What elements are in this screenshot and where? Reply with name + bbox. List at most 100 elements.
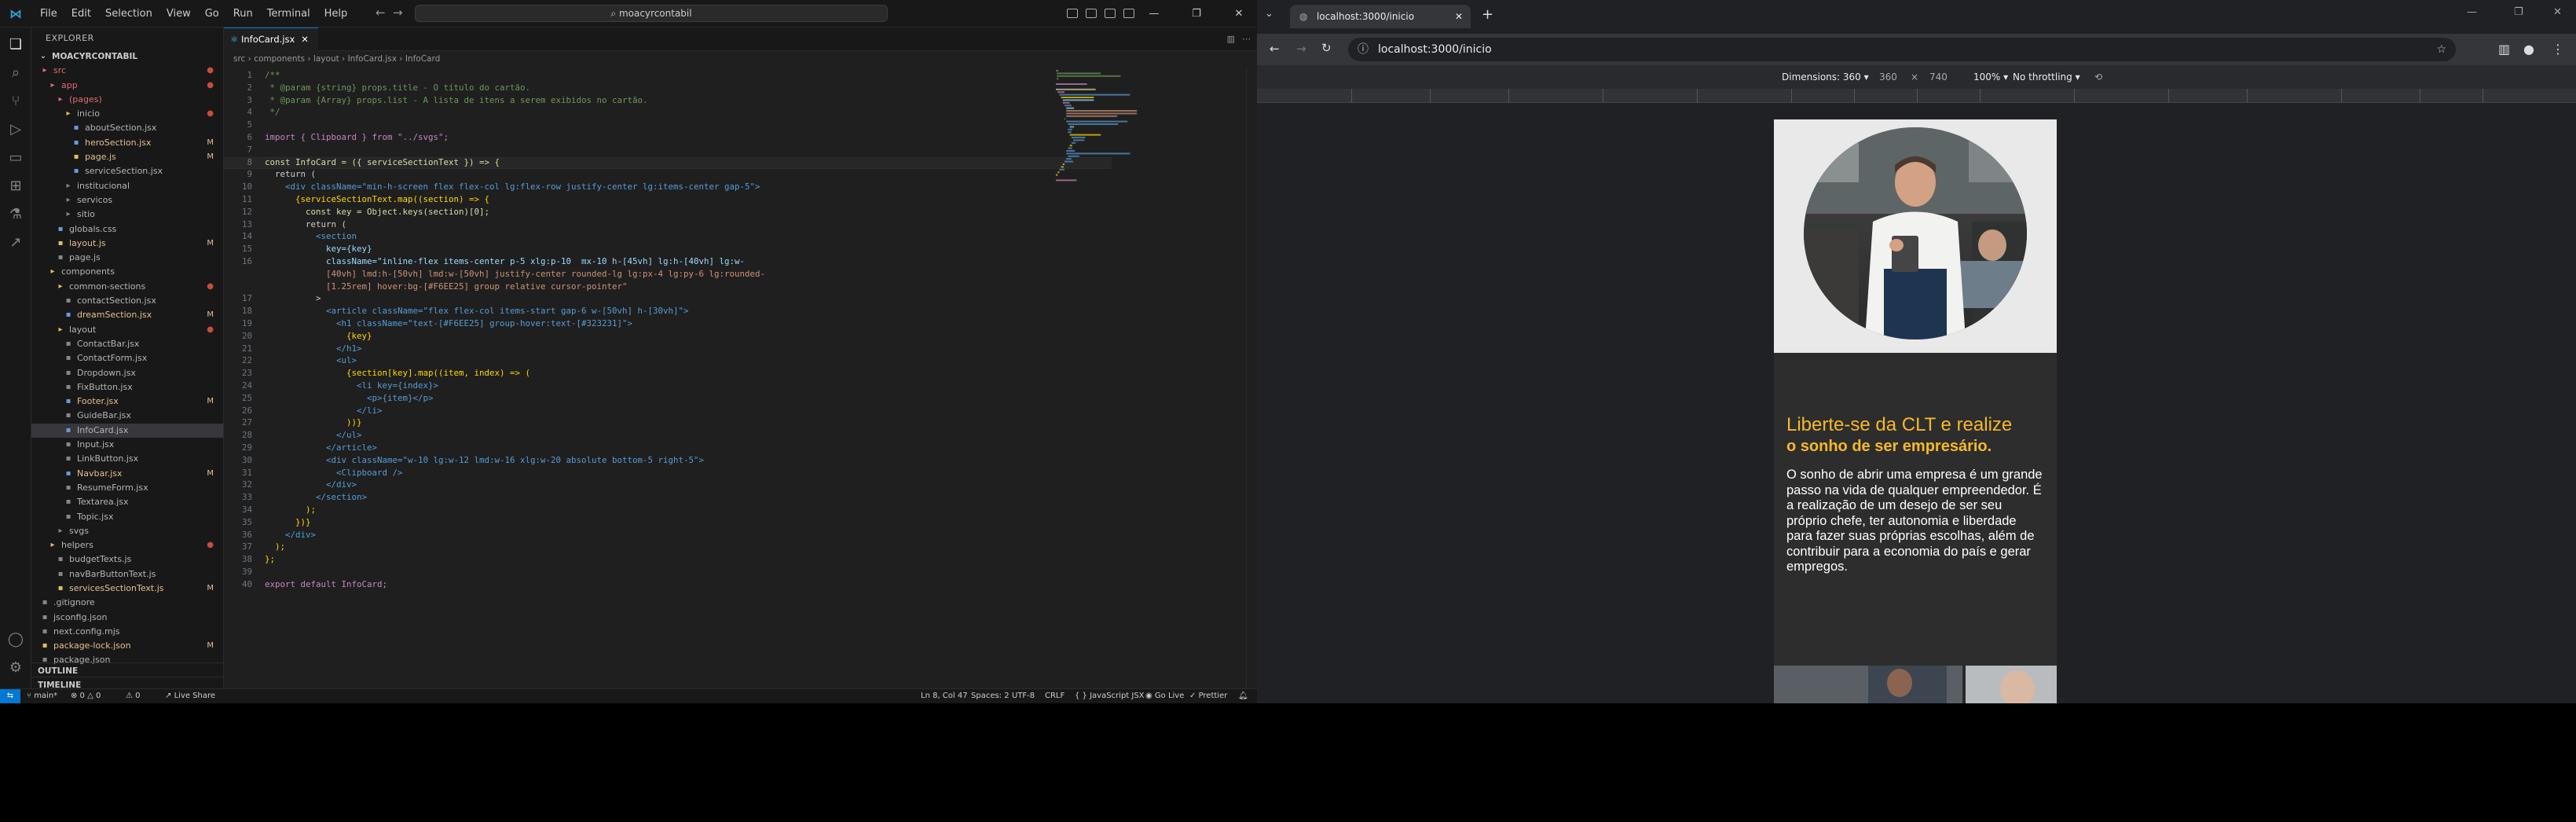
close-tab-icon[interactable]: ✕: [1455, 5, 1463, 28]
tree-file[interactable]: ▪ LinkButton.jsx: [31, 452, 223, 466]
menu-file[interactable]: File: [33, 8, 64, 20]
split-editor-icon[interactable]: ▥: [1227, 34, 1235, 44]
restore-icon[interactable]: ❐: [1178, 0, 1215, 28]
menu-help[interactable]: Help: [317, 8, 355, 20]
run-debug-icon[interactable]: ▷: [6, 120, 25, 139]
tree-file[interactable]: ▪ heroSection.jsx M: [31, 136, 223, 150]
toggle-secondary-sidebar-icon[interactable]: [1105, 9, 1116, 18]
media-query-ruler[interactable]: [1257, 89, 2576, 103]
tree-folder[interactable]: ▸ components: [31, 265, 223, 279]
search-icon[interactable]: ⌕: [6, 64, 25, 83]
remote-indicator-icon[interactable]: ⇆: [0, 689, 20, 703]
menu-selection[interactable]: Selection: [98, 8, 159, 20]
tree-file[interactable]: ▪ budgetTexts.js: [31, 552, 223, 567]
minimap[interactable]: [1053, 67, 1155, 208]
close-tab-icon[interactable]: ✕: [301, 34, 309, 45]
code-editor[interactable]: 1 /** 2 * @param {string} props.title - O …: [224, 67, 1151, 692]
more-actions-icon[interactable]: ⋯: [1242, 34, 1251, 44]
tab-search-icon[interactable]: ⌄: [1265, 8, 1273, 20]
tree-file[interactable]: ▪ page.js M: [31, 150, 223, 164]
status-prettier[interactable]: ✓ Prettier: [1189, 689, 1227, 703]
account-icon[interactable]: ◯: [6, 630, 25, 649]
explorer-icon[interactable]: ❏: [6, 35, 25, 54]
tree-file[interactable]: ▪ Navbar.jsx M: [31, 467, 223, 481]
tree-folder[interactable]: ▸ servicos: [31, 193, 223, 207]
testing-icon[interactable]: ⚗: [6, 205, 25, 224]
forward-icon[interactable]: →: [1296, 42, 1306, 56]
browser-tab[interactable]: ◍ localhost:3000/inicio ✕: [1290, 5, 1471, 28]
status-eol[interactable]: CRLF: [1045, 689, 1064, 703]
status-language[interactable]: { } JavaScript JSX: [1075, 689, 1145, 703]
tree-file[interactable]: ▪ contactSection.jsx: [31, 294, 223, 308]
tree-file[interactable]: ▪ ResumeForm.jsx: [31, 481, 223, 495]
outline-section[interactable]: OUTLINE: [31, 662, 223, 678]
tree-file[interactable]: ▪ globals.css: [31, 222, 223, 237]
remote-explorer-icon[interactable]: ▭: [6, 149, 25, 167]
tree-file[interactable]: ▪ Input.jsx: [31, 438, 223, 452]
command-center-search[interactable]: ⌕ moacyrcontabil: [415, 5, 888, 22]
back-icon[interactable]: ←: [1270, 42, 1280, 56]
status-branch[interactable]: ⑂ main*: [27, 689, 57, 703]
tree-folder[interactable]: ▸ svgs: [31, 524, 223, 538]
status-cursor-position[interactable]: Ln 8, Col 47: [921, 689, 968, 703]
tree-file[interactable]: ▪ FixButton.jsx: [31, 380, 223, 394]
close-window-icon[interactable]: ✕: [2553, 6, 2562, 18]
minimize-icon[interactable]: —: [2467, 6, 2477, 18]
close-icon[interactable]: ✕: [1221, 0, 1257, 28]
tree-file[interactable]: ▪ ContactBar.jsx: [31, 337, 223, 351]
bookmark-star-icon[interactable]: ☆: [2436, 38, 2446, 61]
customize-layout-icon[interactable]: [1123, 9, 1134, 18]
status-problems[interactable]: ⊗ 0 △ 0: [71, 689, 101, 703]
forward-arrow-icon[interactable]: →: [393, 6, 403, 20]
tree-file[interactable]: ▪ layout.js M: [31, 237, 223, 251]
back-arrow-icon[interactable]: ←: [376, 6, 386, 20]
tree-file[interactable]: ▪ Dropdown.jsx: [31, 366, 223, 380]
zoom-dropdown[interactable]: 100% ▾: [1973, 65, 2008, 89]
tree-folder[interactable]: ▸ sitio: [31, 207, 223, 222]
settings-gear-icon[interactable]: ⚙: [6, 659, 25, 677]
address-bar[interactable]: ⓘ localhost:3000/inicio ☆: [1348, 38, 2456, 61]
notifications-bell-icon[interactable]: 🔔︎: [1238, 689, 1248, 703]
site-info-icon[interactable]: ⓘ: [1358, 38, 1369, 61]
toggle-panel-icon[interactable]: [1086, 9, 1097, 18]
tree-file[interactable]: ▪ serviceSection.jsx: [31, 164, 223, 178]
tree-file[interactable]: ▪ package-lock.json M: [31, 639, 223, 653]
tab-infocard[interactable]: ⚛ InfoCard.jsx ✕: [224, 28, 318, 51]
toggle-primary-sidebar-icon[interactable]: [1067, 9, 1078, 18]
editor-scrollbar[interactable]: [1246, 67, 1257, 692]
tree-folder[interactable]: ▸ app ●: [31, 79, 223, 93]
tree-file[interactable]: ▪ Topic.jsx: [31, 510, 223, 524]
restore-icon[interactable]: ❐: [2514, 6, 2523, 18]
status-encoding[interactable]: UTF-8: [1012, 689, 1035, 703]
tree-file[interactable]: ▪ aboutSection.jsx: [31, 121, 223, 135]
tree-file[interactable]: ▪ ContactForm.jsx: [31, 351, 223, 365]
tree-file[interactable]: ▪ Footer.jsx M: [31, 394, 223, 409]
tree-file[interactable]: ▪ Textarea.jsx: [31, 495, 223, 509]
device-width-input[interactable]: 360: [1879, 65, 1897, 89]
menu-run[interactable]: Run: [226, 8, 260, 20]
menu-go[interactable]: Go: [198, 8, 226, 20]
menu-terminal[interactable]: Terminal: [260, 8, 317, 20]
rotate-icon[interactable]: ⟲: [2094, 65, 2102, 89]
side-panel-icon[interactable]: ▥: [2498, 42, 2510, 57]
tree-file[interactable]: ▪ next.config.mjs: [31, 625, 223, 639]
tree-file[interactable]: ▪ servicesSectionText.js M: [31, 582, 223, 596]
breadcrumb[interactable]: src › components › layout › InfoCard.jsx…: [224, 51, 1257, 67]
tree-file[interactable]: ▪ page.js: [31, 251, 223, 265]
device-height-input[interactable]: 740: [1929, 65, 1948, 89]
new-tab-icon[interactable]: +: [1482, 6, 1493, 23]
profile-icon[interactable]: ●: [2523, 42, 2534, 57]
menu-edit[interactable]: Edit: [64, 8, 98, 20]
tree-file[interactable]: ▪ dreamSection.jsx M: [31, 308, 223, 322]
throttling-dropdown[interactable]: No throttling ▾: [2013, 65, 2080, 89]
tree-folder[interactable]: ▸ inicio ●: [31, 107, 223, 121]
dimensions-dropdown[interactable]: Dimensions: 360 ▾: [1782, 65, 1869, 89]
tree-folder[interactable]: ▸ common-sections ●: [31, 280, 223, 294]
project-root[interactable]: ⌄ MOACYRCONTABIL: [31, 50, 223, 64]
tree-file[interactable]: ▪ .gitignore: [31, 596, 223, 610]
status-indentation[interactable]: Spaces: 2: [971, 689, 1010, 703]
status-live-share[interactable]: ↗ Live Share: [165, 689, 215, 703]
live-share-icon[interactable]: ↗: [6, 233, 25, 252]
status-go-live[interactable]: ◉ Go Live: [1145, 689, 1184, 703]
source-control-icon[interactable]: ⑂: [6, 92, 25, 111]
